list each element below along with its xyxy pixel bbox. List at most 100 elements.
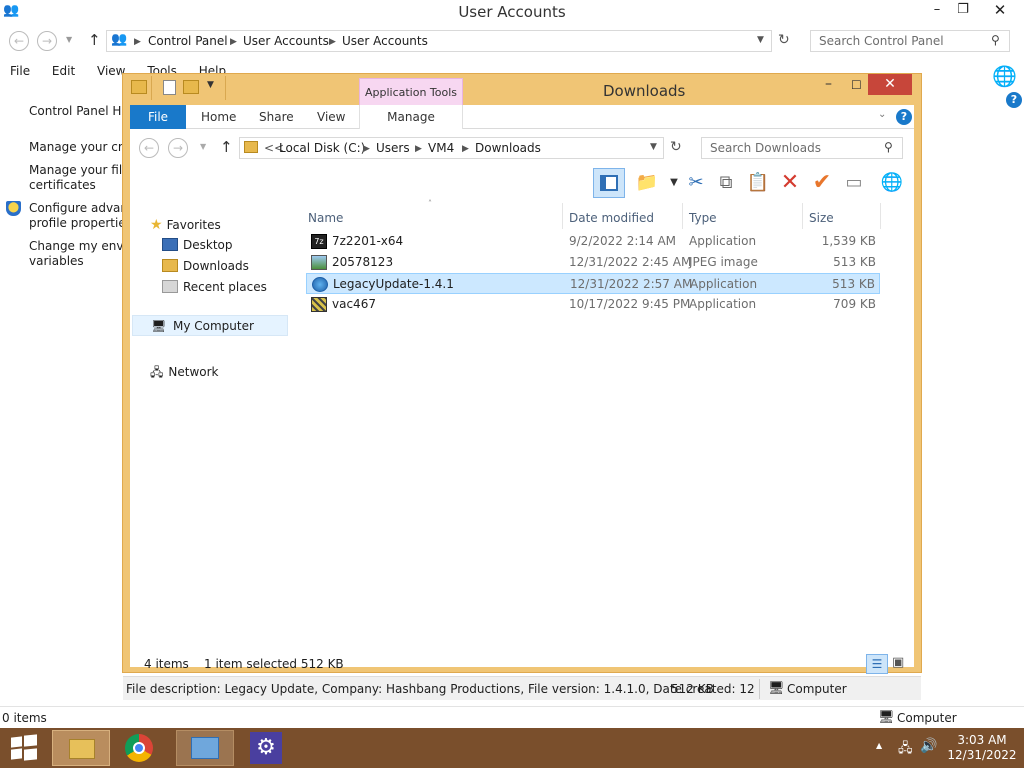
recent-locations-chevron-icon[interactable]: ▼ (200, 142, 206, 151)
maximize-button[interactable]: ☐ (851, 78, 862, 92)
quick-access-chevron-icon[interactable]: ▼ (207, 80, 214, 90)
copy-icon[interactable]: ⧉ (712, 169, 740, 197)
up-button[interactable]: ↑ (220, 138, 233, 156)
bg-item-count: 0 items (2, 711, 47, 725)
crumb-local-disk[interactable]: Local Disk (C:) (279, 141, 365, 155)
forward-button[interactable]: → (168, 138, 188, 158)
search-icon[interactable]: ⚲ (884, 140, 893, 154)
nav-network[interactable]: 🖧 Network (150, 363, 219, 384)
computer-icon: 🖥 (151, 319, 167, 333)
help-icon[interactable]: ? (1006, 92, 1022, 108)
bg-search-input[interactable]: Search Control Panel ⚲ (810, 30, 1010, 52)
large-icons-view-icon[interactable]: ▣ (892, 655, 904, 670)
bg-recent-chevron-icon[interactable]: ▼ (66, 35, 72, 44)
bg-crumb-control-panel[interactable]: Control Panel (148, 34, 228, 48)
tab-manage[interactable]: Manage (359, 105, 463, 129)
explorer-content: File Home Share View Manage ⌄ ? ← → ▼ ↑ … (123, 105, 921, 700)
bg-minimize-button[interactable]: – (926, 0, 948, 22)
expand-ribbon-chevron-icon[interactable]: ⌄ (878, 109, 886, 120)
show-hidden-icons-icon[interactable]: ▲ (876, 741, 882, 750)
bg-forward-button[interactable]: → (37, 31, 57, 51)
nav-network-label: Network (168, 365, 219, 379)
bg-window-title: User Accounts (458, 3, 566, 21)
link-certificates[interactable]: certificates (29, 178, 96, 193)
checkmark-icon[interactable]: ✔ (808, 169, 836, 197)
nav-my-computer[interactable]: 🖥 My Computer (132, 315, 288, 336)
file-row[interactable]: 7z 7z2201-x64 9/2/2022 2:14 AM Application 1… (306, 231, 880, 252)
file-row[interactable]: LegacyUpdate-1.4.1 12/31/2022 2:57 AM Appl… (306, 273, 880, 294)
crumb-downloads[interactable]: Downloads (475, 141, 541, 155)
tab-share[interactable]: Share (259, 110, 294, 124)
clock[interactable]: 3:03 AM 12/31/2022 (946, 733, 1018, 763)
column-type[interactable]: Type (689, 211, 717, 225)
globe-icon[interactable]: 🌐 (878, 169, 906, 197)
bg-refresh-button[interactable]: ↻ (778, 32, 790, 48)
move-to-folder-icon[interactable]: 📁 (633, 169, 661, 197)
clock-date: 12/31/2022 (947, 748, 1017, 762)
star-icon: ★ (150, 217, 163, 233)
taskbar-file-explorer[interactable] (52, 730, 110, 766)
menu-edit[interactable]: Edit (52, 64, 75, 78)
taskbar-settings[interactable]: ⚙ (238, 730, 296, 766)
start-button[interactable] (0, 728, 48, 768)
file-row[interactable]: vac467 10/17/2022 9:45 PM Application 709 K… (306, 294, 880, 315)
address-bar[interactable]: << Local Disk (C:) ▶ Users ▶ VM4 ▶ Downl… (239, 137, 664, 159)
close-button[interactable]: ✕ (868, 74, 912, 95)
menu-file[interactable]: File (10, 64, 30, 78)
chevron-down-icon[interactable]: ▼ (650, 142, 657, 152)
bg-crumb-user-accounts[interactable]: User Accounts (243, 34, 329, 48)
cut-icon[interactable]: ✂ (682, 169, 710, 197)
chrome-icon (125, 734, 153, 762)
folder-icon[interactable] (131, 80, 147, 94)
nav-favorites-label: Favorites (166, 218, 221, 232)
crumb-vm4[interactable]: VM4 (428, 141, 454, 155)
search-input[interactable]: Search Downloads ⚲ (701, 137, 903, 159)
delete-icon[interactable]: ✕ (776, 169, 804, 197)
tab-view[interactable]: View (317, 110, 345, 124)
paste-icon[interactable]: 📋 (744, 169, 772, 197)
crumb-users[interactable]: Users (376, 141, 410, 155)
column-date-modified[interactable]: Date modified (569, 211, 654, 225)
volume-icon[interactable]: 🔊 (920, 738, 937, 754)
chevron-down-icon[interactable]: ▼ (757, 35, 764, 45)
description-bar: File description: Legacy Update, Company… (123, 676, 921, 700)
description-location: Computer (787, 682, 847, 696)
preview-pane-button[interactable] (593, 168, 625, 198)
nav-desktop[interactable]: Desktop (162, 238, 233, 252)
taskbar-control-panel[interactable] (176, 730, 234, 766)
search-placeholder: Search Downloads (710, 141, 821, 155)
bg-globe-icon[interactable]: 🌐 (992, 64, 1017, 88)
new-folder-icon[interactable] (183, 80, 199, 94)
file-row[interactable]: 20578123 12/31/2022 2:45 AM JPEG image 513 … (306, 252, 880, 273)
search-icon[interactable]: ⚲ (991, 33, 1000, 47)
link-variables[interactable]: variables (29, 254, 84, 269)
file-date: 12/31/2022 2:57 AM (570, 277, 693, 291)
column-size[interactable]: Size (809, 211, 834, 225)
nav-favorites[interactable]: ★ Favorites (150, 217, 221, 233)
taskbar-chrome[interactable] (112, 730, 170, 766)
tab-file[interactable]: File (130, 105, 186, 129)
details-view-icon[interactable]: ☰ (866, 654, 888, 674)
chevron-right-icon: ▶ (329, 37, 336, 47)
bg-maximize-button[interactable]: ❐ (952, 0, 974, 22)
tab-home[interactable]: Home (201, 110, 236, 124)
bg-close-button[interactable]: ✕ (980, 0, 1020, 22)
back-button[interactable]: ← (139, 138, 159, 158)
file-type: Application (690, 277, 758, 291)
bg-title-bar: 👥 User Accounts – ❐ ✕ (0, 0, 1024, 24)
bg-up-button[interactable]: ↑ (88, 31, 101, 49)
properties-icon[interactable] (163, 80, 176, 95)
rename-icon[interactable]: ▭ (840, 169, 868, 197)
bg-crumb-user-accounts-2[interactable]: User Accounts (342, 34, 428, 48)
bg-address-bar[interactable]: 👥 ▶ Control Panel ▶ User Accounts ▶ User… (106, 30, 772, 52)
help-icon[interactable]: ? (896, 109, 912, 125)
refresh-button[interactable]: ↻ (670, 139, 682, 155)
minimize-button[interactable]: – (825, 76, 832, 92)
nav-recent-places[interactable]: Recent places (162, 280, 267, 294)
bg-back-button[interactable]: ← (9, 31, 29, 51)
nav-downloads[interactable]: Downloads (162, 259, 249, 273)
link-profile-properties[interactable]: profile properties (29, 216, 132, 231)
column-name[interactable]: Name (308, 211, 343, 225)
status-bar: 4 items 1 item selected 512 KB ☰ ▣ (130, 653, 914, 675)
network-tray-icon[interactable]: 🖧 (898, 739, 913, 761)
